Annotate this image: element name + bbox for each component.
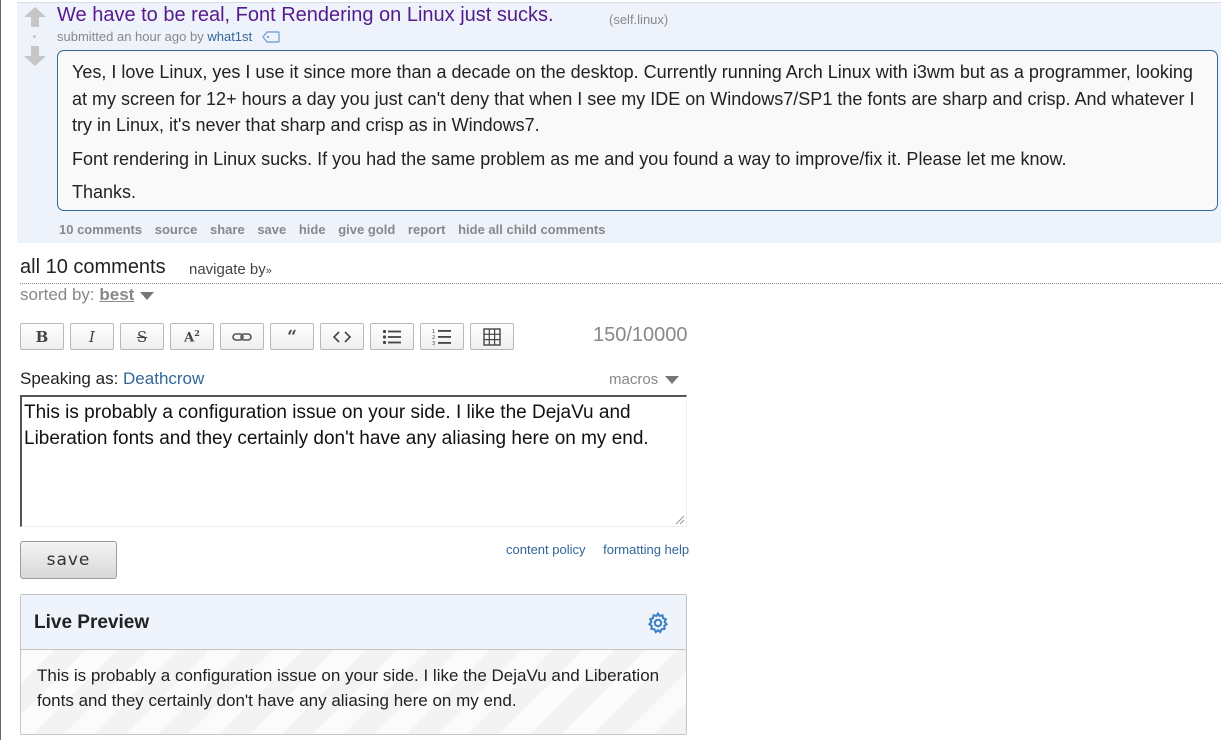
save-button[interactable]: save (20, 541, 117, 579)
username-link[interactable]: Deathcrow (123, 369, 204, 388)
italic-button[interactable]: I (70, 323, 114, 350)
code-icon (332, 330, 352, 343)
submitted-text: submitted an hour ago by (57, 29, 204, 44)
speaking-as-label: Speaking as: (20, 369, 119, 388)
dropdown-arrow-icon (665, 376, 680, 385)
formatting-help-link[interactable]: formatting help (603, 542, 689, 557)
live-preview-header: Live Preview (21, 595, 686, 650)
upvote-arrow-icon[interactable] (23, 7, 47, 27)
code-button[interactable] (320, 323, 364, 350)
page-edge (0, 0, 1, 740)
bullet-list-button[interactable] (370, 323, 414, 350)
character-counter: 150/10000 (593, 324, 688, 346)
save-link[interactable]: save (257, 222, 286, 237)
give-gold-link[interactable]: give gold (338, 222, 395, 237)
author-link[interactable]: what1st (207, 29, 252, 44)
comments-link[interactable]: 10 comments (59, 222, 142, 237)
numbered-list-icon: 1 2 3 (432, 329, 451, 346)
superscript-icon: A2 (184, 327, 200, 346)
post-action-buttons: 10 comments source share save hide give … (59, 222, 614, 237)
post-title-link[interactable]: We have to be real, Font Rendering on Li… (57, 4, 554, 27)
post-selftext: Yes, I love Linux, yes I use it since mo… (57, 50, 1218, 211)
selftext-paragraph: Yes, I love Linux, yes I use it since mo… (72, 62, 1195, 135)
live-preview-text: This is probably a configuration issue o… (37, 666, 660, 710)
hide-link[interactable]: hide (299, 222, 326, 237)
gear-icon[interactable] (646, 611, 670, 635)
double-chevron-down-icon: » (265, 265, 272, 277)
comments-count-heading: all 10 comments (20, 256, 166, 278)
post-tagline: submitted an hour ago by what1st (57, 29, 252, 44)
hide-child-comments-link[interactable]: hide all child comments (458, 222, 605, 237)
macros-label: macros (609, 371, 659, 388)
report-link[interactable]: report (408, 222, 446, 237)
post-domain[interactable]: (self.linux) (609, 12, 668, 27)
share-link[interactable]: share (210, 222, 245, 237)
numbered-list-button[interactable]: 1 2 3 (420, 323, 464, 350)
quote-icon: “ (287, 326, 297, 347)
superscript-button[interactable]: A2 (170, 323, 214, 350)
italic-icon: I (89, 327, 95, 346)
selftext-paragraph: Thanks. (72, 182, 137, 202)
live-preview-panel: Live Preview This is probably a configur… (20, 594, 687, 735)
selftext-paragraph: Font rendering in Linux sucks. If you ha… (72, 148, 1067, 169)
dropdown-arrow-icon[interactable] (140, 291, 155, 300)
link-button[interactable] (220, 323, 264, 350)
strikethrough-icon: S (136, 327, 148, 346)
user-tag-icon[interactable] (262, 31, 280, 43)
source-link[interactable]: source (155, 222, 198, 237)
bold-button[interactable]: B (20, 323, 64, 350)
bullet-list-icon (382, 329, 401, 344)
table-button[interactable] (470, 323, 514, 350)
comment-textarea[interactable]: This is probably a configuration issue o… (20, 395, 687, 527)
sort-menu: sorted by: best (20, 285, 155, 305)
svg-text:3: 3 (432, 341, 435, 346)
macros-dropdown[interactable]: macros (609, 371, 680, 388)
table-icon (483, 327, 501, 346)
resize-grip-icon[interactable] (673, 513, 685, 525)
sort-dropdown[interactable]: best (99, 285, 134, 304)
post-top-border (17, 2, 1221, 3)
speaking-as: Speaking as: Deathcrow (20, 369, 204, 389)
sorted-by-label: sorted by: (20, 285, 95, 304)
navigate-by-dropdown[interactable]: navigate by» (189, 261, 272, 278)
quote-button[interactable]: “ (270, 323, 314, 350)
comments-divider (20, 283, 1221, 284)
navigate-label: navigate by (189, 261, 266, 278)
downvote-arrow-icon[interactable] (23, 46, 47, 66)
score-dot (33, 35, 36, 38)
link-icon (232, 332, 252, 341)
strikethrough-button[interactable]: S (120, 323, 164, 350)
content-policy-link[interactable]: content policy (506, 542, 586, 557)
help-links: content policy formatting help (506, 542, 689, 557)
live-preview-title: Live Preview (34, 612, 150, 633)
bold-icon: B (35, 327, 49, 346)
